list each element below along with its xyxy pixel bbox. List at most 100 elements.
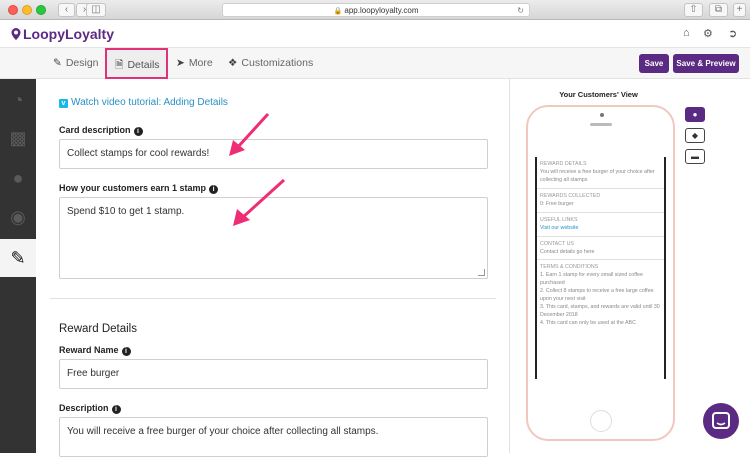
- minimize-window-button[interactable]: [22, 5, 32, 15]
- preview-text: 3. This card, stamps, and rewards are va…: [540, 304, 660, 319]
- preview-text: Contact details go here: [540, 248, 595, 255]
- annotation-arrow: [229, 112, 270, 156]
- new-tab-button[interactable]: +: [733, 3, 746, 17]
- sidebar-item-analytics[interactable]: ▩: [0, 119, 36, 157]
- tabs-button[interactable]: ⧉: [709, 3, 728, 17]
- pencil-icon: ✎: [10, 248, 26, 268]
- vimeo-icon: v: [59, 99, 68, 108]
- maximize-window-button[interactable]: [36, 5, 46, 15]
- reward-details-heading: Reward Details: [59, 323, 137, 335]
- tags-icon: ❖: [228, 57, 238, 69]
- browser-toolbar: ‹ › ◫ 🔒 app.loopyloyalty.com ↻ ⇧ ⧉ +: [0, 0, 750, 20]
- tab-label: Design: [65, 57, 99, 69]
- earn-stamp-label: How your customers earn 1 stamp i: [59, 183, 219, 194]
- preview-rewards-collected: REWARDS COLLECTED 0: Free burger: [537, 189, 664, 213]
- card-description-label-text: Card description: [59, 125, 131, 135]
- tab-details-content: 🗎 Details: [115, 57, 160, 75]
- users-icon: ◉: [10, 207, 26, 227]
- resize-handle[interactable]: [478, 269, 485, 276]
- preview-text: 2. Collect 8 stamps to receive a free la…: [540, 288, 654, 303]
- gear-icon[interactable]: ⚙: [703, 27, 713, 40]
- phone-mockup: REWARD DETAILS You will receive a free bu…: [526, 105, 675, 441]
- info-icon[interactable]: i: [209, 185, 219, 194]
- close-window-button[interactable]: [8, 5, 18, 15]
- home-icon[interactable]: ⌂: [683, 27, 690, 39]
- left-sidebar: ◔ ▩ ● ◉ ✎: [0, 79, 36, 453]
- chevron-left-icon: ‹: [64, 4, 69, 15]
- location-arrow-icon: ➤: [176, 57, 185, 69]
- lock-icon: 🔒: [333, 8, 343, 15]
- brush-icon: ✎: [53, 57, 62, 69]
- sidebar-item-dashboard[interactable]: ◔: [0, 81, 36, 119]
- logout-icon[interactable]: ➲: [728, 27, 737, 40]
- sidebar-item-messages[interactable]: ●: [0, 159, 36, 197]
- preview-useful-links: USEFUL LINKS Visit our website: [537, 213, 664, 237]
- preview-contact: CONTACT US Contact details go here: [537, 237, 664, 261]
- chat-preview-icon[interactable]: ▬: [685, 149, 705, 164]
- reload-icon[interactable]: ↻: [517, 4, 524, 17]
- document-icon: 🗎: [115, 59, 124, 71]
- map-pin-icon: [11, 28, 21, 40]
- info-icon[interactable]: i: [121, 347, 131, 356]
- description-label-text: Description: [59, 403, 109, 413]
- preview-text: 1. Earn 1 stamp for every small sized co…: [540, 272, 643, 287]
- reward-name-label-text: Reward Name: [59, 345, 119, 355]
- tab-label: Details: [127, 59, 160, 71]
- dashboard-icon: ◔: [12, 90, 24, 110]
- android-icon[interactable]: ◆: [685, 128, 705, 143]
- chat-icon: [712, 412, 730, 429]
- annotation-arrow: [233, 178, 286, 226]
- preview-link[interactable]: Visit our website: [540, 225, 661, 233]
- reward-name-label: Reward Name i: [59, 345, 131, 356]
- home-button: [590, 410, 612, 432]
- description-value: You will receive a free burger of your c…: [67, 426, 379, 437]
- preview-heading: USEFUL LINKS: [540, 216, 578, 223]
- phone-screen: REWARD DETAILS You will receive a free bu…: [535, 157, 666, 379]
- share-button[interactable]: ⇧: [684, 3, 703, 17]
- speaker-icon: [590, 123, 612, 126]
- preview-heading: REWARD DETAILS: [540, 161, 587, 167]
- info-icon[interactable]: i: [133, 127, 143, 136]
- address-bar[interactable]: 🔒 app.loopyloyalty.com ↻: [222, 3, 530, 17]
- card-back: REWARD DETAILS You will receive a free bu…: [537, 157, 664, 379]
- info-icon[interactable]: i: [111, 405, 121, 414]
- section-divider: [50, 298, 496, 299]
- share-icon: ⇧: [689, 4, 698, 15]
- preview-heading: CONTACT US: [540, 240, 574, 247]
- back-button[interactable]: ‹: [58, 3, 75, 17]
- apple-icon[interactable]: ●: [685, 107, 705, 122]
- reward-name-value: Free burger: [67, 368, 120, 379]
- preview-text: 0: Free burger: [540, 200, 574, 207]
- sidebar-toggle-button[interactable]: ◫: [86, 3, 106, 17]
- sidebar-item-editor[interactable]: ✎: [0, 239, 36, 277]
- tab-customizations[interactable]: ❖ Customizations: [228, 57, 313, 69]
- sidebar-item-customers[interactable]: ◉: [0, 198, 36, 236]
- save-button[interactable]: Save: [639, 54, 669, 73]
- support-chat-button[interactable]: [703, 403, 739, 439]
- url-text: app.loopyloyalty.com: [344, 6, 419, 15]
- app-logo[interactable]: LoopyLoyalty: [11, 26, 114, 42]
- preview-text: 4. This card can only be used at the ABC: [540, 320, 636, 326]
- preview-heading: REWARDS COLLECTED: [540, 192, 601, 199]
- description-label: Description i: [59, 403, 121, 414]
- app-header: LoopyLoyalty ⌂ ⚙ ➲: [0, 20, 750, 48]
- earn-stamp-value: Spend $10 to get 1 stamp.: [67, 206, 185, 217]
- description-textarea[interactable]: You will receive a free burger of your c…: [59, 417, 488, 457]
- sidebar-icon: ◫: [91, 4, 101, 15]
- card-description-value: Collect stamps for cool rewards!: [67, 148, 210, 159]
- preview-title: Your Customers' View: [559, 90, 638, 99]
- customer-preview-panel: Your Customers' View REWARD DETAILS You w…: [511, 79, 750, 453]
- preview-heading: TERMS & CONDITIONS: [540, 264, 599, 271]
- tab-details[interactable]: 🗎 Details: [105, 48, 168, 79]
- camera-icon: [600, 113, 604, 117]
- bar-chart-icon: ▩: [9, 128, 27, 148]
- comments-icon: ●: [12, 168, 24, 188]
- video-link-text: Watch video tutorial: Adding Details: [71, 97, 228, 108]
- save-preview-button[interactable]: Save & Preview: [673, 54, 739, 73]
- earn-stamp-label-text: How your customers earn 1 stamp: [59, 183, 207, 193]
- tab-more[interactable]: ➤ More: [176, 57, 213, 69]
- video-tutorial-link[interactable]: v Watch video tutorial: Adding Details: [59, 97, 228, 108]
- logo-text: LoopyLoyalty: [23, 26, 115, 42]
- tab-design[interactable]: ✎ Design: [53, 57, 99, 69]
- reward-name-input[interactable]: Free burger: [59, 359, 488, 389]
